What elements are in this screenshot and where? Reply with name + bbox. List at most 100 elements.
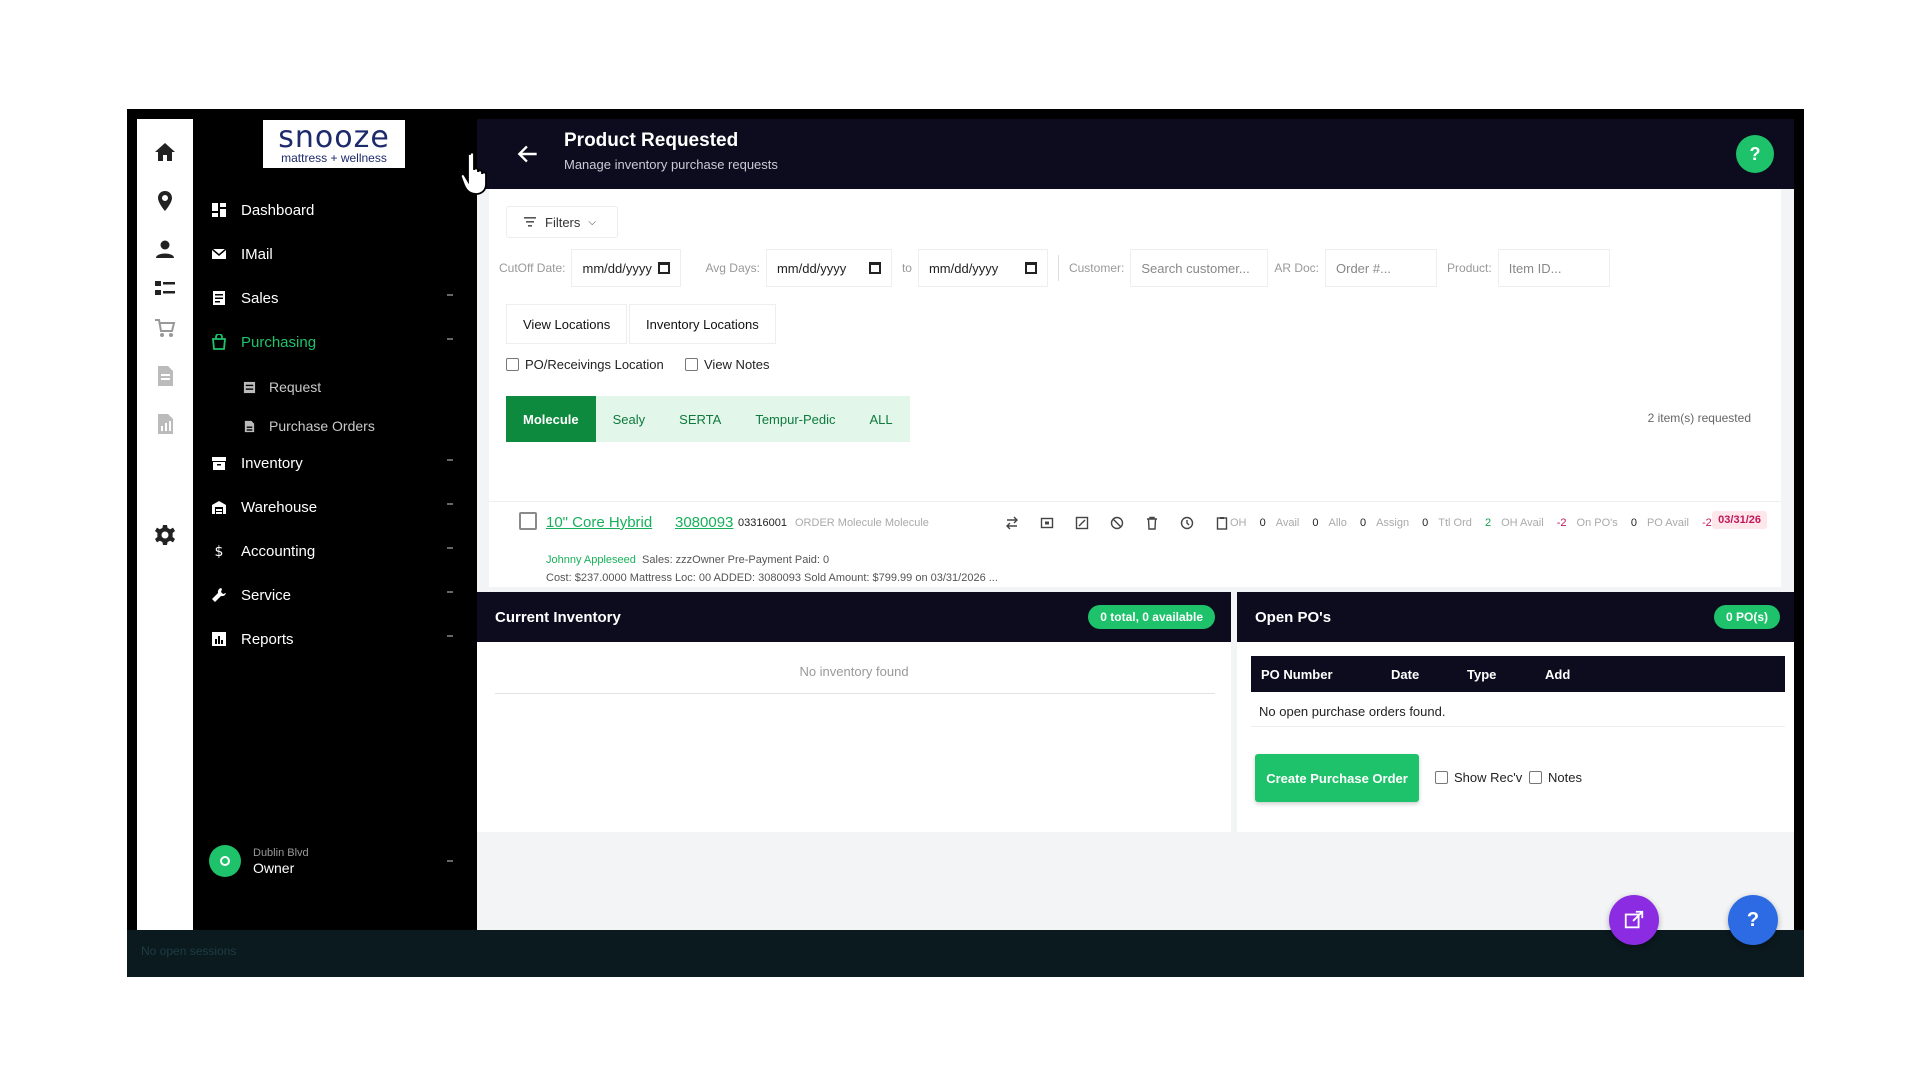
sidebar-item-label: Inventory [241,454,303,472]
product-request-card: 10" Core Hybrid 3080093 03316001 ORDER M… [489,501,1781,587]
help-fab[interactable]: ? [1728,895,1778,945]
edit-note-icon[interactable] [1064,514,1099,532]
mail-icon [209,244,229,264]
checkbox[interactable] [1435,771,1448,784]
file-icon [241,418,257,434]
session-status: No open sessions [141,944,237,958]
document-icon[interactable] [137,361,193,391]
checkbox[interactable] [1529,771,1542,784]
block-icon[interactable] [1099,514,1134,532]
sales-info: Sales: zzzOwner Pre-Payment Paid: 0 [642,554,830,566]
bag-icon [209,332,229,352]
status-bar: No open sessions [127,930,1804,977]
product-checkbox[interactable] [519,512,537,530]
gear-icon[interactable] [137,520,193,550]
sidebar-item-service[interactable]: Service [209,579,461,611]
notes-checkbox[interactable]: Notes [1529,770,1582,785]
box-icon[interactable] [1029,514,1064,532]
user-menu[interactable]: Dublin Blvd Owner [209,841,461,881]
hand-cursor-icon [459,151,487,195]
customer-link[interactable]: Johnny Appleseed [546,554,636,566]
view-locations-button[interactable]: View Locations [506,304,628,344]
sidebar-item-reports[interactable]: Reports [209,623,461,655]
calendar-icon [1024,262,1037,274]
trash-icon[interactable] [1134,514,1169,532]
sidebar-item-warehouse[interactable]: Warehouse [209,491,461,523]
user-location: Dublin Blvd [253,847,309,859]
sidebar-item-sales[interactable]: Sales [209,282,461,314]
location-pin-icon[interactable] [137,186,193,216]
sidebar-subitem-label: Purchase Orders [269,418,375,434]
col-date[interactable]: Date [1391,667,1419,682]
date-badge: 03/31/26 [1712,511,1767,529]
dashboard-icon [209,200,229,220]
col-add[interactable]: Add [1545,667,1570,682]
inventory-locations-button[interactable]: Inventory Locations [629,304,776,344]
clock-icon[interactable] [1169,514,1204,532]
create-purchase-order-button[interactable]: Create Purchase Order [1255,754,1419,802]
avg-from-input[interactable]: mm/dd/yyyy [765,249,892,287]
sidebar-item-imail[interactable]: IMail [209,238,461,270]
home-icon[interactable] [137,137,193,167]
tab-all[interactable]: ALL [853,396,910,442]
sidebar-item-inventory[interactable]: Inventory [209,447,461,479]
checkbox[interactable] [506,358,519,371]
view-notes-checkbox[interactable]: View Notes [685,357,770,372]
request-icon [241,379,257,395]
filter-row: CutOff Date: mm/dd/yyyy Avg Days: mm/dd/… [499,249,1610,287]
sidebar-item-accounting[interactable]: $ Accounting [209,535,461,567]
user-icon[interactable] [137,234,193,264]
sidebar-subitem-request[interactable]: Request [241,373,321,401]
product-customer-line: Johnny Appleseed Sales: zzzOwner Pre-Pay… [546,554,829,566]
customer-search-input[interactable]: Search customer... [1130,249,1269,287]
col-po-number[interactable]: PO Number [1261,667,1333,682]
product-sku-link[interactable]: 3080093 [675,514,733,531]
tab-sealy[interactable]: Sealy [596,396,663,442]
sidebar-item-dashboard[interactable]: Dashboard [209,194,461,226]
checkbox[interactable] [685,358,698,371]
tab-tempur-pedic[interactable]: Tempur-Pedic [738,396,852,442]
cutoff-date-input[interactable]: mm/dd/yyyy [571,249,682,287]
back-arrow-icon[interactable] [515,141,541,167]
tab-molecule[interactable]: Molecule [506,396,596,442]
open-external-button[interactable] [1609,895,1659,945]
chevron-icon [447,338,453,340]
help-button[interactable]: ? [1736,135,1774,173]
cart-icon[interactable] [137,313,193,343]
user-role: Owner [253,860,295,876]
sidebar-subitem-label: Request [269,379,322,395]
chevron-icon [447,860,453,862]
sidebar-subitem-purchase-orders[interactable]: Purchase Orders [241,412,375,440]
icon-rail [137,119,193,930]
ar-doc-input[interactable]: Order #... [1325,249,1438,287]
stat-allo: Allo 0 [1328,517,1367,529]
po-receiving-checkbox[interactable]: PO/Receivings Location [506,357,664,372]
page-title: Product Requested [564,130,739,151]
product-detail-line: Cost: $237.0000 Mattress Loc: 00 ADDED: … [546,572,998,584]
filters-panel: Filters ⌵ CutOff Date: mm/dd/yyyy Avg Da… [489,189,1781,501]
stat-oh: OH 0 [1230,517,1266,529]
reports-icon [209,629,229,649]
col-type[interactable]: Type [1467,667,1496,682]
logo[interactable]: snooze mattress + wellness [263,120,405,168]
report-icon[interactable] [137,409,193,439]
filters-button[interactable]: Filters ⌵ [506,206,618,238]
product-actions [994,514,1239,532]
product-input[interactable]: Item ID... [1497,249,1610,287]
po-empty-message: No open purchase orders found. [1259,704,1446,719]
checkbox-label: PO/Receivings Location [525,357,664,372]
tab-serta[interactable]: SERTA [662,396,738,442]
calendar-icon [658,262,671,274]
product-title-link[interactable]: 10" Core Hybrid [546,514,652,531]
stat-oh-avail: OH Avail -2 [1501,517,1567,529]
filters-label: Filters [545,214,581,230]
checkbox-label: Show Rec'v [1454,770,1523,785]
sidebar-item-purchasing[interactable]: Purchasing [209,326,461,358]
avg-to-input[interactable]: mm/dd/yyyy [917,249,1048,287]
product-code: 03316001 [738,517,787,529]
divider [495,693,1215,694]
list-icon[interactable] [137,274,193,304]
swap-icon[interactable] [994,514,1029,532]
show-recv-checkbox[interactable]: Show Rec'v [1435,770,1522,785]
to-label: to [901,261,912,275]
